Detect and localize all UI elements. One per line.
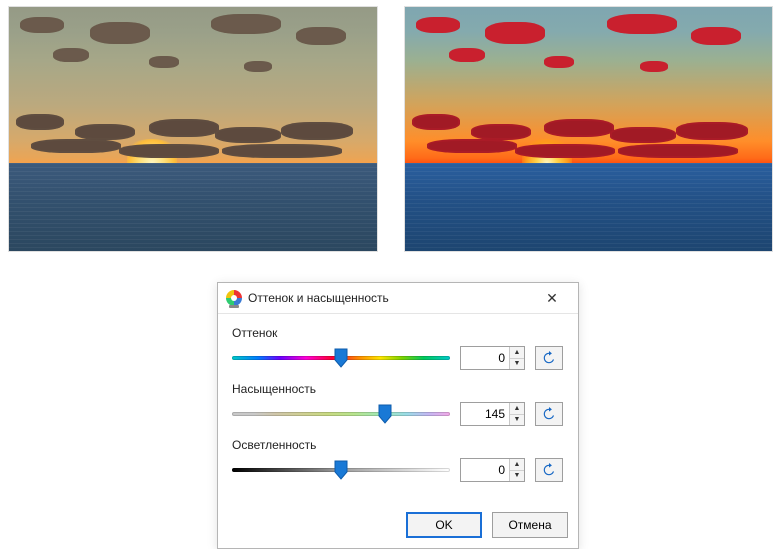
- hue-input[interactable]: [461, 347, 509, 369]
- dialog-titlebar: Оттенок и насыщенность ✕: [218, 283, 578, 314]
- saturation-thumb[interactable]: [378, 404, 392, 424]
- saturation-row: Насыщенность ▲ ▼: [232, 382, 564, 426]
- saturation-step-up[interactable]: ▲: [510, 403, 524, 415]
- lightness-row: Осветленность ▲ ▼: [232, 438, 564, 482]
- hue-step-up[interactable]: ▲: [510, 347, 524, 359]
- lightness-label: Осветленность: [232, 438, 564, 452]
- saturation-slider[interactable]: [232, 405, 450, 423]
- lightness-spinner[interactable]: ▲ ▼: [460, 458, 525, 482]
- undo-icon: [542, 407, 556, 421]
- preview-after: [404, 6, 774, 252]
- app-icon: [226, 290, 242, 306]
- saturation-spinner[interactable]: ▲ ▼: [460, 402, 525, 426]
- preview-pair: [0, 0, 781, 252]
- lightness-reset-button[interactable]: [535, 458, 563, 482]
- lightness-input[interactable]: [461, 459, 509, 481]
- hue-saturation-dialog: Оттенок и насыщенность ✕ Оттенок ▲: [217, 282, 579, 549]
- hue-step-down[interactable]: ▼: [510, 359, 524, 370]
- saturation-input[interactable]: [461, 403, 509, 425]
- hue-spinner[interactable]: ▲ ▼: [460, 346, 525, 370]
- hue-thumb[interactable]: [334, 348, 348, 368]
- preview-before: [8, 6, 378, 252]
- hue-label: Оттенок: [232, 326, 564, 340]
- undo-icon: [542, 463, 556, 477]
- saturation-step-down[interactable]: ▼: [510, 415, 524, 426]
- saturation-reset-button[interactable]: [535, 402, 563, 426]
- lightness-slider[interactable]: [232, 461, 450, 479]
- close-button[interactable]: ✕: [532, 286, 572, 310]
- undo-icon: [542, 351, 556, 365]
- saturation-label: Насыщенность: [232, 382, 564, 396]
- dialog-title: Оттенок и насыщенность: [248, 291, 389, 305]
- cancel-button[interactable]: Отмена: [492, 512, 568, 538]
- lightness-step-down[interactable]: ▼: [510, 471, 524, 482]
- lightness-thumb[interactable]: [334, 460, 348, 480]
- hue-reset-button[interactable]: [535, 346, 563, 370]
- lightness-step-up[interactable]: ▲: [510, 459, 524, 471]
- ok-button[interactable]: OK: [406, 512, 482, 538]
- hue-row: Оттенок ▲ ▼: [232, 326, 564, 370]
- dialog-footer: OK Отмена: [218, 504, 578, 548]
- close-icon: ✕: [546, 290, 558, 307]
- hue-slider[interactable]: [232, 349, 450, 367]
